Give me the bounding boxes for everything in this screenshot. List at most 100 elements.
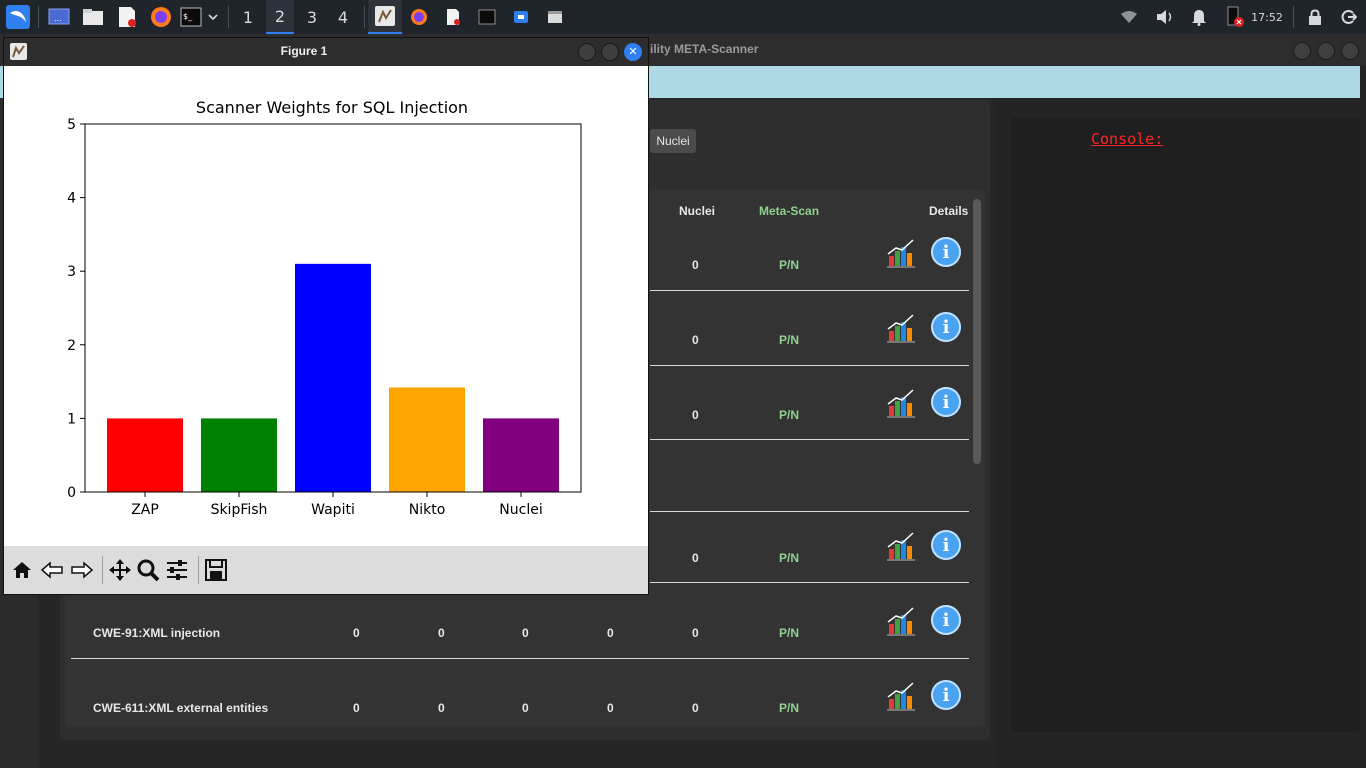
taskbar: ... $_ 1 2 3 4 17:52 [0,0,1366,34]
chart-icon[interactable] [886,681,916,711]
chart-icon[interactable] [886,388,916,418]
workspace-1[interactable]: 1 [234,5,262,29]
chart-title: Scanner Weights for SQL Injection [196,98,468,117]
task-figure-icon[interactable] [368,0,402,34]
row-divider [650,511,969,512]
x-axis: ZAP SkipFish Wapiti Nikto Nuclei [131,492,543,518]
score-cell: 0 [522,626,529,640]
task-app-icon[interactable] [542,5,568,29]
x-tick-label: Nuclei [499,502,542,518]
file-manager-icon[interactable] [80,5,106,29]
figure-window: Figure 1 ✕ Scanner Weights for SQL Injec… [4,38,648,594]
chart-icon[interactable] [886,313,916,343]
score-cell: 0 [692,551,699,565]
y-tick-label: 0 [67,485,76,501]
info-icon[interactable]: i [931,387,961,417]
y-tick-label: 5 [67,117,76,133]
x-tick-label: Nikto [409,502,446,518]
row-divider [650,582,969,583]
score-cell: 0 [692,626,699,640]
row-divider [650,439,969,440]
score-cell: 0 [353,701,360,715]
row-divider [71,658,969,659]
figure-maximize-button[interactable] [601,43,619,61]
home-icon[interactable] [8,556,36,584]
volume-icon[interactable] [1152,5,1178,29]
y-tick-label: 2 [67,338,76,354]
figure-title: Figure 1 [280,44,328,58]
svg-text:...: ... [54,14,62,23]
cwe-name: CWE-611:XML external entities [93,701,269,715]
bar-nuclei [483,418,559,492]
wifi-icon[interactable] [1116,5,1142,29]
task-editor-icon[interactable] [440,5,466,29]
save-icon[interactable] [202,556,230,584]
row-divider [650,290,969,291]
zoom-icon[interactable] [134,556,162,584]
text-editor-icon[interactable] [114,5,140,29]
column-header-details: Details [929,204,969,218]
terminal-icon[interactable]: $_ [178,5,204,29]
task-terminal-icon[interactable] [474,5,500,29]
info-icon[interactable]: i [931,605,961,635]
figure-titlebar: Figure 1 ✕ [4,38,648,66]
task-window-icon[interactable] [508,5,534,29]
y-tick-label: 1 [67,411,76,427]
cwe-name: CWE-91:XML injection [93,626,221,640]
close-button[interactable] [1341,42,1359,60]
bar-chart: Scanner Weights for SQL Injection 0 1 2 3 4 5… [67,98,582,518]
battery-icon[interactable] [1222,5,1248,29]
tab-nuclei[interactable]: Nuclei [650,129,696,153]
console-label: Console: [1091,130,1164,148]
desktop-icon[interactable]: ... [46,5,72,29]
table-scrollbar[interactable] [973,199,981,464]
y-tick-label: 4 [67,191,76,207]
forward-icon[interactable] [68,556,96,584]
minimize-button[interactable] [1293,42,1311,60]
figure-minimize-button[interactable] [578,43,596,61]
bell-icon[interactable] [1186,5,1212,29]
bar-zap [107,418,183,492]
metascan-cell: P/N [779,258,800,272]
score-cell: 0 [692,258,699,272]
figure-close-button[interactable]: ✕ [624,43,642,61]
bars [107,263,559,492]
info-icon[interactable]: i [931,237,961,267]
clock[interactable]: 17:52 [1248,5,1286,29]
bar-skipfish [201,418,277,492]
score-cell: 0 [692,333,699,347]
score-cell: 0 [438,701,445,715]
console-panel [1011,118,1360,732]
app-title: ility META-Scanner [650,42,759,56]
workspace-4[interactable]: 4 [329,5,357,29]
configure-icon[interactable] [163,556,191,584]
column-header-metascan: Meta-Scan [759,204,820,218]
info-icon[interactable]: i [931,530,961,560]
chart-icon[interactable] [886,531,916,561]
metascan-cell: P/N [779,408,800,422]
logout-icon[interactable] [1336,5,1362,29]
bar-nikto [389,387,465,492]
x-tick-label: SkipFish [211,502,268,518]
firefox-icon[interactable] [148,5,174,29]
back-icon[interactable] [38,556,66,584]
info-icon[interactable]: i [931,680,961,710]
maximize-button[interactable] [1317,42,1335,60]
chart-icon[interactable] [886,238,916,268]
info-icon[interactable]: i [931,312,961,342]
x-tick-label: ZAP [131,502,159,518]
y-tick-label: 3 [67,264,76,280]
score-cell: 0 [692,701,699,715]
workspace-3[interactable]: 3 [298,5,326,29]
kali-menu-icon[interactable] [4,5,32,29]
score-cell: 0 [607,626,614,640]
task-firefox-icon[interactable] [406,5,432,29]
metascan-cell: P/N [779,701,800,715]
chart-icon[interactable] [886,606,916,636]
pan-icon[interactable] [106,556,134,584]
chevron-down-icon[interactable] [204,5,222,29]
lock-icon[interactable] [1302,5,1328,29]
workspace-2[interactable]: 2 [266,0,294,34]
score-cell: 0 [692,408,699,422]
y-axis: 0 1 2 3 4 5 [67,117,85,501]
